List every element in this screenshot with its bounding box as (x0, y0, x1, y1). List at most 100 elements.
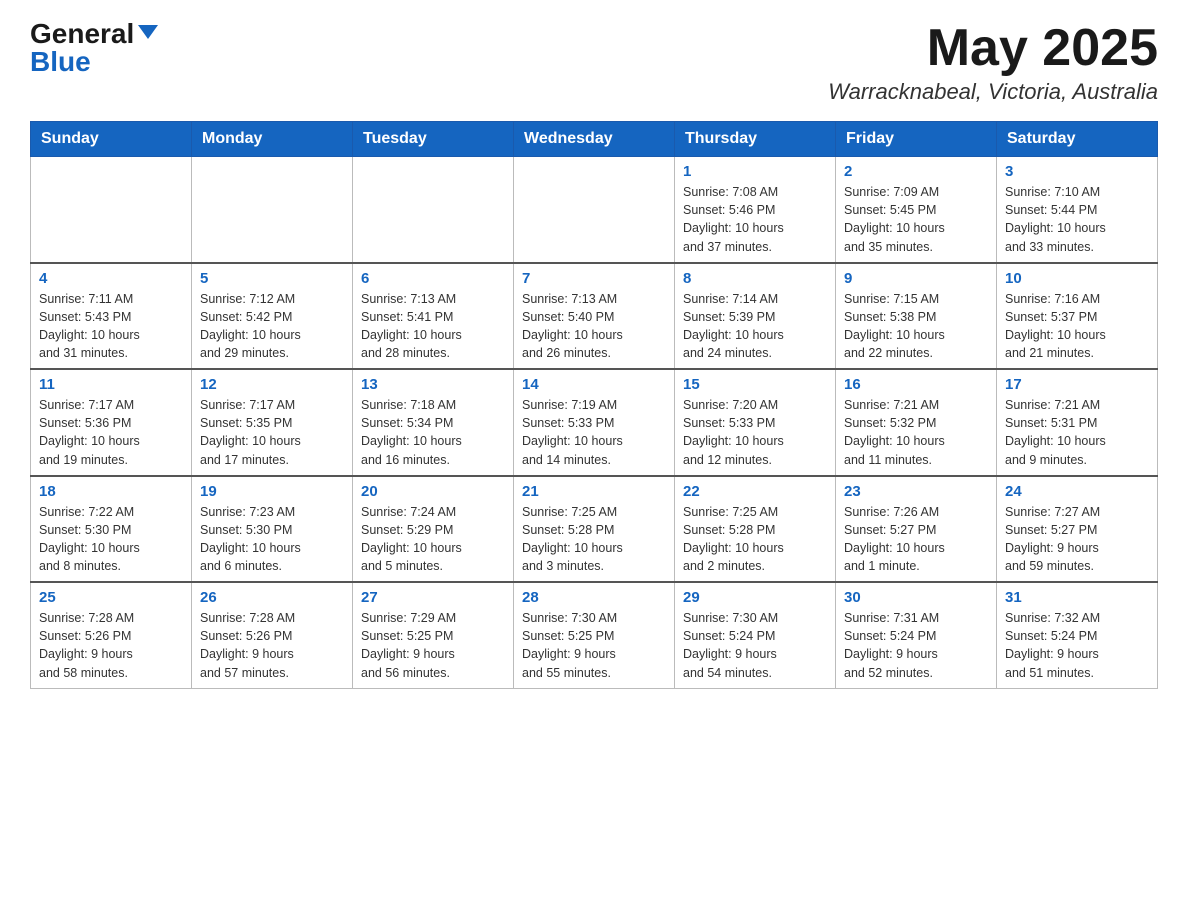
day-info: Sunrise: 7:16 AM Sunset: 5:37 PM Dayligh… (1005, 290, 1149, 363)
day-number: 22 (683, 483, 827, 500)
calendar-cell (514, 157, 675, 263)
weekday-header-tuesday: Tuesday (353, 122, 514, 157)
calendar-week-row: 11 Sunrise: 7:17 AM Sunset: 5:36 PM Dayli… (31, 369, 1158, 476)
day-info: Sunrise: 7:15 AM Sunset: 5:38 PM Dayligh… (844, 290, 988, 363)
day-number: 19 (200, 483, 344, 500)
day-number: 25 (39, 589, 183, 606)
day-number: 6 (361, 270, 505, 287)
day-number: 10 (1005, 270, 1149, 287)
day-info: Sunrise: 7:19 AM Sunset: 5:33 PM Dayligh… (522, 396, 666, 469)
day-number: 23 (844, 483, 988, 500)
calendar-cell: 8 Sunrise: 7:14 AM Sunset: 5:39 PM Daylig… (675, 263, 836, 370)
calendar-cell: 12Sunrise: 7:17 AM Sunset: 5:35 PM Dayli… (192, 369, 353, 476)
day-number: 14 (522, 376, 666, 393)
day-info: Sunrise: 7:17 AM Sunset: 5:35 PM Dayligh… (200, 396, 344, 469)
day-info: Sunrise: 7:31 AM Sunset: 5:24 PM Dayligh… (844, 609, 988, 682)
day-info: Sunrise: 7:21 AM Sunset: 5:31 PM Dayligh… (1005, 396, 1149, 469)
day-info: Sunrise: 7:17 AM Sunset: 5:36 PM Dayligh… (39, 396, 183, 469)
weekday-header-sunday: Sunday (31, 122, 192, 157)
calendar-cell: 13 Sunrise: 7:18 AM Sunset: 5:34 PM Dayli… (353, 369, 514, 476)
calendar-cell: 30 Sunrise: 7:31 AM Sunset: 5:24 PM Dayli… (836, 582, 997, 688)
logo: General Blue (30, 20, 158, 76)
weekday-header-thursday: Thursday (675, 122, 836, 157)
calendar-cell: 29 Sunrise: 7:30 AM Sunset: 5:24 PM Dayli… (675, 582, 836, 688)
calendar-cell (31, 157, 192, 263)
calendar-cell: 5 Sunrise: 7:12 AM Sunset: 5:42 PM Daylig… (192, 263, 353, 370)
calendar-cell: 9 Sunrise: 7:15 AM Sunset: 5:38 PM Daylig… (836, 263, 997, 370)
weekday-header-wednesday: Wednesday (514, 122, 675, 157)
calendar-cell: 16 Sunrise: 7:21 AM Sunset: 5:32 PM Dayli… (836, 369, 997, 476)
day-info: Sunrise: 7:13 AM Sunset: 5:41 PM Dayligh… (361, 290, 505, 363)
calendar-week-row: 1 Sunrise: 7:08 AM Sunset: 5:46 PM Daylig… (31, 157, 1158, 263)
calendar-cell: 2Sunrise: 7:09 AM Sunset: 5:45 PM Daylig… (836, 157, 997, 263)
calendar-cell: 11 Sunrise: 7:17 AM Sunset: 5:36 PM Dayli… (31, 369, 192, 476)
calendar-cell: 19 Sunrise: 7:23 AM Sunset: 5:30 PM Dayli… (192, 476, 353, 583)
logo-blue: Blue (30, 48, 91, 76)
day-info: Sunrise: 7:12 AM Sunset: 5:42 PM Dayligh… (200, 290, 344, 363)
day-info: Sunrise: 7:20 AM Sunset: 5:33 PM Dayligh… (683, 396, 827, 469)
calendar-cell: 27Sunrise: 7:29 AM Sunset: 5:25 PM Dayli… (353, 582, 514, 688)
calendar-week-row: 18Sunrise: 7:22 AM Sunset: 5:30 PM Dayli… (31, 476, 1158, 583)
day-info: Sunrise: 7:23 AM Sunset: 5:30 PM Dayligh… (200, 503, 344, 576)
weekday-header-friday: Friday (836, 122, 997, 157)
calendar-cell: 17Sunrise: 7:21 AM Sunset: 5:31 PM Dayli… (997, 369, 1158, 476)
calendar-cell: 1 Sunrise: 7:08 AM Sunset: 5:46 PM Daylig… (675, 157, 836, 263)
calendar-cell: 18Sunrise: 7:22 AM Sunset: 5:30 PM Dayli… (31, 476, 192, 583)
day-number: 15 (683, 376, 827, 393)
calendar-cell: 28 Sunrise: 7:30 AM Sunset: 5:25 PM Dayli… (514, 582, 675, 688)
day-number: 4 (39, 270, 183, 287)
day-number: 8 (683, 270, 827, 287)
day-number: 1 (683, 163, 827, 180)
day-number: 3 (1005, 163, 1149, 180)
day-info: Sunrise: 7:14 AM Sunset: 5:39 PM Dayligh… (683, 290, 827, 363)
calendar-cell: 26 Sunrise: 7:28 AM Sunset: 5:26 PM Dayli… (192, 582, 353, 688)
day-number: 2 (844, 163, 988, 180)
day-number: 28 (522, 589, 666, 606)
day-info: Sunrise: 7:28 AM Sunset: 5:26 PM Dayligh… (200, 609, 344, 682)
location-title: Warracknabeal, Victoria, Australia (828, 79, 1158, 105)
day-info: Sunrise: 7:32 AM Sunset: 5:24 PM Dayligh… (1005, 609, 1149, 682)
calendar-cell: 14 Sunrise: 7:19 AM Sunset: 5:33 PM Dayli… (514, 369, 675, 476)
day-info: Sunrise: 7:29 AM Sunset: 5:25 PM Dayligh… (361, 609, 505, 682)
calendar-cell: 3 Sunrise: 7:10 AM Sunset: 5:44 PM Daylig… (997, 157, 1158, 263)
day-number: 29 (683, 589, 827, 606)
page-header: General Blue May 2025 Warracknabeal, Vic… (30, 20, 1158, 105)
day-number: 11 (39, 376, 183, 393)
day-number: 24 (1005, 483, 1149, 500)
day-info: Sunrise: 7:21 AM Sunset: 5:32 PM Dayligh… (844, 396, 988, 469)
logo-general: General (30, 20, 134, 48)
month-title: May 2025 (828, 20, 1158, 77)
calendar-cell: 4 Sunrise: 7:11 AM Sunset: 5:43 PM Daylig… (31, 263, 192, 370)
day-number: 30 (844, 589, 988, 606)
day-number: 21 (522, 483, 666, 500)
calendar-cell: 24 Sunrise: 7:27 AM Sunset: 5:27 PM Dayli… (997, 476, 1158, 583)
calendar-cell: 22 Sunrise: 7:25 AM Sunset: 5:28 PM Dayli… (675, 476, 836, 583)
day-number: 9 (844, 270, 988, 287)
calendar-cell: 7Sunrise: 7:13 AM Sunset: 5:40 PM Daylig… (514, 263, 675, 370)
day-number: 13 (361, 376, 505, 393)
day-number: 16 (844, 376, 988, 393)
calendar-cell: 15 Sunrise: 7:20 AM Sunset: 5:33 PM Dayli… (675, 369, 836, 476)
day-info: Sunrise: 7:08 AM Sunset: 5:46 PM Dayligh… (683, 183, 827, 256)
day-info: Sunrise: 7:24 AM Sunset: 5:29 PM Dayligh… (361, 503, 505, 576)
day-info: Sunrise: 7:30 AM Sunset: 5:25 PM Dayligh… (522, 609, 666, 682)
day-info: Sunrise: 7:10 AM Sunset: 5:44 PM Dayligh… (1005, 183, 1149, 256)
day-info: Sunrise: 7:30 AM Sunset: 5:24 PM Dayligh… (683, 609, 827, 682)
day-info: Sunrise: 7:26 AM Sunset: 5:27 PM Dayligh… (844, 503, 988, 576)
calendar-cell (192, 157, 353, 263)
weekday-header-saturday: Saturday (997, 122, 1158, 157)
day-number: 5 (200, 270, 344, 287)
day-info: Sunrise: 7:11 AM Sunset: 5:43 PM Dayligh… (39, 290, 183, 363)
day-info: Sunrise: 7:27 AM Sunset: 5:27 PM Dayligh… (1005, 503, 1149, 576)
calendar-week-row: 4 Sunrise: 7:11 AM Sunset: 5:43 PM Daylig… (31, 263, 1158, 370)
calendar-cell (353, 157, 514, 263)
day-number: 18 (39, 483, 183, 500)
logo-arrow-icon (138, 25, 158, 39)
calendar-cell: 25Sunrise: 7:28 AM Sunset: 5:26 PM Dayli… (31, 582, 192, 688)
calendar-cell: 20Sunrise: 7:24 AM Sunset: 5:29 PM Dayli… (353, 476, 514, 583)
day-info: Sunrise: 7:25 AM Sunset: 5:28 PM Dayligh… (683, 503, 827, 576)
day-info: Sunrise: 7:18 AM Sunset: 5:34 PM Dayligh… (361, 396, 505, 469)
day-number: 26 (200, 589, 344, 606)
calendar-cell: 10 Sunrise: 7:16 AM Sunset: 5:37 PM Dayli… (997, 263, 1158, 370)
day-info: Sunrise: 7:25 AM Sunset: 5:28 PM Dayligh… (522, 503, 666, 576)
